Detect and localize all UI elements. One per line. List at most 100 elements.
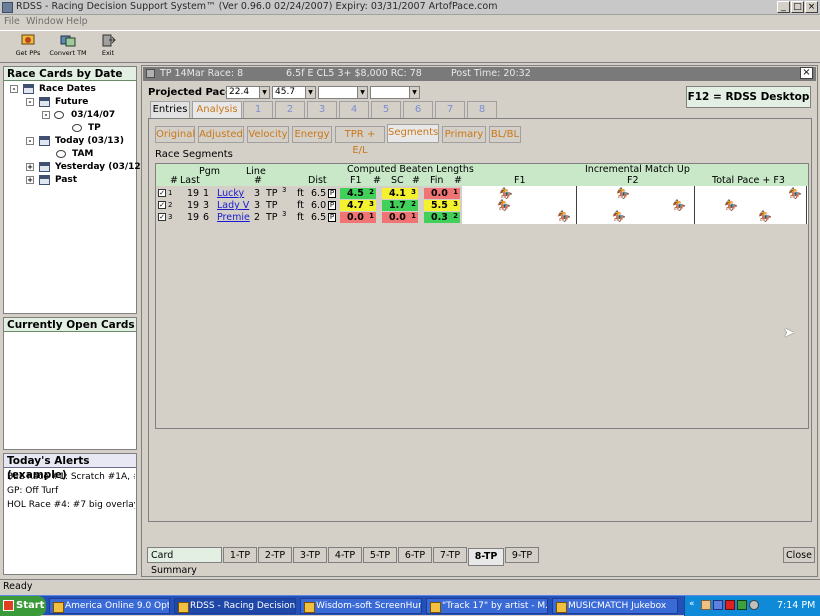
pace-select-2[interactable]: 45.7 ▼ <box>272 86 316 99</box>
f1-value: 0.0 1 <box>340 212 376 223</box>
calendar-icon <box>23 84 34 94</box>
taskbar-item-screenhunter[interactable]: Wisdom-soft ScreenHun... <box>300 598 422 614</box>
menu-bar: File Window Help <box>0 15 820 30</box>
projected-pace-label: Projected Pace: <box>148 87 236 98</box>
tab-race-7[interactable]: 7-TP <box>433 547 467 563</box>
horse-icon: 🏇 <box>616 187 630 200</box>
tray-icon[interactable] <box>725 600 735 610</box>
tab-5[interactable]: 5 <box>371 101 401 118</box>
pace-select-3[interactable]: ▼ <box>318 86 368 99</box>
tab-analysis[interactable]: Analysis <box>192 101 242 118</box>
get-pps-button[interactable]: Get PPs <box>8 33 48 61</box>
tab-4[interactable]: 4 <box>339 101 369 118</box>
tab-race-4[interactable]: 4-TP <box>328 547 362 563</box>
tab-card-summary[interactable]: Card Summary <box>147 547 222 576</box>
tab-7[interactable]: 7 <box>435 101 465 118</box>
sc-value: 4.1 3 <box>382 188 418 199</box>
download-pps-icon <box>21 34 35 45</box>
row-checkbox[interactable]: ✓ <box>158 189 166 197</box>
horse-icon: 🏇 <box>612 210 626 223</box>
tab-entries[interactable]: Entries <box>150 101 190 118</box>
menu-file[interactable]: File <box>4 16 20 27</box>
subtab-primary[interactable]: Primary <box>442 126 486 143</box>
convert-icon <box>60 35 76 47</box>
chevron-down-icon: ▼ <box>259 87 269 98</box>
subtab-tpr-el[interactable]: TPR + E/L <box>335 126 385 156</box>
start-button[interactable]: Start <box>0 596 46 616</box>
taskbar-item-aol[interactable]: America Online 9.0 Opti... <box>49 598 170 614</box>
tab-race-6[interactable]: 6-TP <box>398 547 432 563</box>
menu-window[interactable]: Window <box>26 16 63 27</box>
sc-value: 1.7 2 <box>382 200 418 211</box>
pace-select-1[interactable]: 22.4 ▼ <box>226 86 270 99</box>
horse-name-link[interactable]: Lady V <box>217 200 249 211</box>
post-time: Post Time: 20:32 <box>451 68 531 79</box>
open-cards-title: Currently Open Cards <box>4 318 136 332</box>
close-race-icon[interactable]: × <box>800 67 813 79</box>
alert-item[interactable]: BEL Race #1: Scratch #1A, #1 <box>7 472 135 482</box>
tab-8[interactable]: 8 <box>467 101 497 118</box>
segments-grid: # Last Pgm Line # Dist Computed Beaten L… <box>155 163 809 429</box>
convert-tm-button[interactable]: Convert TM <box>48 33 88 61</box>
toolbar: Get PPs Convert TM Exit <box>0 30 820 63</box>
track-icon <box>72 124 82 132</box>
mouse-cursor: ➤ <box>783 325 795 341</box>
window-title: RDSS - Racing Decision Support System™ (… <box>16 1 498 12</box>
taskbar: Start America Online 9.0 Opti... RDSS - … <box>0 595 820 616</box>
subtab-segments[interactable]: Segments <box>387 124 439 143</box>
menu-help[interactable]: Help <box>66 16 88 27</box>
taskbar-item-rdss[interactable]: RDSS - Racing Decision ... <box>174 598 296 614</box>
f12-hotkey-box[interactable]: F12 = RDSS Desktop <box>686 86 811 108</box>
alert-item[interactable]: GP: Off Turf <box>7 486 135 496</box>
subtab-original[interactable]: Original <box>155 126 195 143</box>
alert-item[interactable]: HOL Race #4: #7 big overlay v <box>7 500 135 510</box>
tray-icon[interactable] <box>713 600 723 610</box>
tray-expand-icon[interactable]: « <box>689 599 695 609</box>
divider <box>576 186 577 224</box>
maximize-button[interactable]: □ <box>791 1 804 13</box>
tray-icon[interactable] <box>701 600 711 610</box>
race-conditions: 6.5f E CL5 3+ $8,000 RC: 78 <box>286 68 422 79</box>
track-icon <box>54 111 64 119</box>
alerts-panel: Today's Alerts (example) BEL Race #1: Sc… <box>3 453 137 575</box>
calendar-icon <box>39 97 50 107</box>
system-tray: « 7:14 PM <box>684 596 820 616</box>
close-window-button[interactable]: × <box>805 1 818 13</box>
tab-race-9[interactable]: 9-TP <box>505 547 539 563</box>
fin-value: 0.0 1 <box>424 188 460 199</box>
horse-name-link[interactable]: Lucky <box>217 188 244 199</box>
track-icon <box>56 150 66 158</box>
horse-icon: 🏇 <box>758 210 772 223</box>
row-checkbox[interactable]: ✓ <box>158 201 166 209</box>
status-bar: Ready <box>0 579 820 593</box>
pace-select-4[interactable]: ▼ <box>370 86 420 99</box>
tab-1[interactable]: 1 <box>243 101 273 118</box>
close-button[interactable]: Close <box>783 547 815 563</box>
subtab-energy[interactable]: Energy <box>292 126 332 143</box>
tray-icon[interactable] <box>737 600 747 610</box>
taskbar-item-musicmatch[interactable]: MUSICMATCH Jukebox <box>552 598 678 614</box>
tab-2[interactable]: 2 <box>275 101 305 118</box>
row-checkbox[interactable]: ✓ <box>158 213 166 221</box>
tab-race-3[interactable]: 3-TP <box>293 547 327 563</box>
horse-name-link[interactable]: Premie <box>217 212 250 223</box>
f1-value: 4.7 3 <box>340 200 376 211</box>
tab-race-2[interactable]: 2-TP <box>258 547 292 563</box>
subtab-adjusted[interactable]: Adjusted <box>198 126 244 143</box>
tab-6[interactable]: 6 <box>403 101 433 118</box>
tab-race-5[interactable]: 5-TP <box>363 547 397 563</box>
subtab-velocity[interactable]: Velocity <box>247 126 289 143</box>
tab-race-1[interactable]: 1-TP <box>223 547 257 563</box>
tab-race-8[interactable]: 8-TP <box>468 548 504 566</box>
tab-3[interactable]: 3 <box>307 101 337 118</box>
calendar-icon <box>39 162 50 172</box>
tray-icon[interactable] <box>749 600 759 610</box>
title-bar: RDSS - Racing Decision Support System™ (… <box>0 0 820 15</box>
taskbar-item-track[interactable]: "Track 17" by artist - M... <box>426 598 548 614</box>
fin-value: 5.5 3 <box>424 200 460 211</box>
windows-logo-icon <box>3 600 14 611</box>
minimize-button[interactable]: _ <box>777 1 790 13</box>
exit-button[interactable]: Exit <box>88 33 128 61</box>
subtab-blbl[interactable]: BL/BL <box>489 126 521 143</box>
race-header-bar: TP 14Mar Race: 8 6.5f E CL5 3+ $8,000 RC… <box>143 67 816 81</box>
